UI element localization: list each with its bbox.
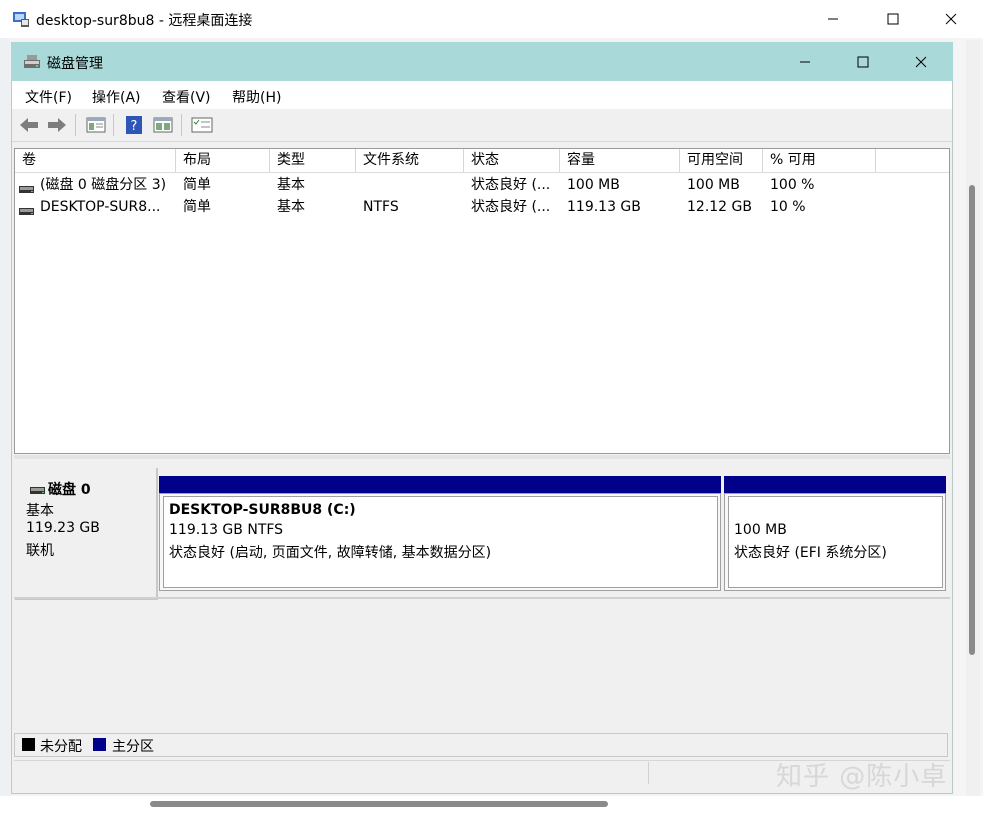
drive-icon <box>19 203 34 210</box>
disk-name: 磁盘 0 <box>48 479 91 499</box>
disk-management-icon <box>22 53 42 71</box>
legend-primary-label: 主分区 <box>112 736 154 756</box>
menu-action[interactable]: 操作(A) <box>92 87 141 107</box>
cell-layout: 简单 <box>176 196 270 218</box>
column-header-volume[interactable]: 卷 <box>15 149 176 172</box>
column-header-status[interactable]: 状态 <box>464 149 560 172</box>
cell-status: 状态良好 (... <box>464 174 560 196</box>
column-header-layout[interactable]: 布局 <box>176 149 270 172</box>
partition-header-bar <box>159 476 721 493</box>
remote-background-strip <box>0 38 10 798</box>
partition-header-bar <box>724 476 946 493</box>
horizontal-scrollbar-thumb[interactable] <box>150 801 608 807</box>
help-icon[interactable]: ? <box>122 114 146 136</box>
cell-free-space: 12.12 GB <box>680 196 763 218</box>
maximize-button[interactable] <box>870 0 916 38</box>
legend-primary-swatch <box>93 738 106 751</box>
cell-layout: 简单 <box>176 174 270 196</box>
partition-efi-size: 100 MB <box>734 522 787 538</box>
dm-title: 磁盘管理 <box>47 53 103 73</box>
window-title: desktop-sur8bu8 - 远程桌面连接 <box>36 10 252 30</box>
cell-percent-free: 100 % <box>763 174 876 196</box>
graphical-view-icon[interactable] <box>151 114 175 136</box>
column-header-percent-free[interactable]: % 可用 <box>763 149 876 172</box>
pane-splitter[interactable] <box>14 455 950 459</box>
status-bar-divider <box>648 762 649 784</box>
toolbar-separator <box>181 114 182 136</box>
column-header-type[interactable]: 类型 <box>270 149 356 172</box>
close-button[interactable] <box>928 0 974 38</box>
drive-icon <box>19 181 34 188</box>
cell-filesystem: NTFS <box>356 196 464 218</box>
cell-capacity: 119.13 GB <box>560 196 680 218</box>
cell-capacity: 100 MB <box>560 174 680 196</box>
watermark-text: 知乎 @陈小卓 <box>776 756 947 793</box>
column-header-capacity[interactable]: 容量 <box>560 149 680 172</box>
cell-percent-free: 10 % <box>763 196 876 218</box>
remote-desktop-icon <box>12 10 30 28</box>
table-row[interactable]: (磁盘 0 磁盘分区 3) 简单 基本 状态良好 (... 100 MB 100… <box>15 174 949 196</box>
cell-free-space: 100 MB <box>680 174 763 196</box>
dm-maximize-button[interactable] <box>840 42 886 81</box>
partition-c-status: 状态良好 (启动, 页面文件, 故障转储, 基本数据分区) <box>169 542 491 562</box>
disk-row-divider <box>14 597 950 599</box>
disk-status: 联机 <box>26 540 54 560</box>
cell-filesystem <box>356 174 464 196</box>
disk-size: 119.23 GB <box>26 520 100 536</box>
partition-c-size: 119.13 GB NTFS <box>169 522 283 538</box>
partition-c-name: DESKTOP-SUR8BU8 (C:) <box>169 502 356 518</box>
table-row[interactable]: DESKTOP-SUR8... 简单 基本 NTFS 状态良好 (... 119… <box>15 196 949 218</box>
menu-help[interactable]: 帮助(H) <box>232 87 281 107</box>
cell-volume: DESKTOP-SUR8... <box>33 196 191 218</box>
column-header-filesystem[interactable]: 文件系统 <box>356 149 464 172</box>
dm-close-button[interactable] <box>898 42 944 81</box>
cell-type: 基本 <box>270 196 356 218</box>
list-view-icon[interactable] <box>84 114 108 136</box>
properties-icon[interactable] <box>190 114 214 136</box>
menu-bar <box>12 81 952 109</box>
forward-icon[interactable] <box>45 114 69 136</box>
minimize-button[interactable] <box>810 0 856 38</box>
back-icon[interactable] <box>17 114 41 136</box>
column-header-free-space[interactable]: 可用空间 <box>680 149 763 172</box>
dm-minimize-button[interactable] <box>782 42 828 81</box>
disk-icon <box>30 482 45 489</box>
menu-file[interactable]: 文件(F) <box>25 87 72 107</box>
toolbar-separator <box>113 114 114 136</box>
vertical-scrollbar-thumb[interactable] <box>969 185 975 655</box>
partition-efi-status: 状态良好 (EFI 系统分区) <box>734 542 887 562</box>
cell-status: 状态良好 (... <box>464 196 560 218</box>
menu-view[interactable]: 查看(V) <box>162 87 211 107</box>
toolbar-separator <box>75 114 76 136</box>
cell-volume: (磁盘 0 磁盘分区 3) <box>33 174 191 196</box>
svg-text:?: ? <box>131 119 138 134</box>
legend-bar <box>14 733 948 757</box>
disk-type: 基本 <box>26 500 54 520</box>
legend-unallocated-swatch <box>22 738 35 751</box>
legend-unallocated-label: 未分配 <box>40 736 82 756</box>
cell-type: 基本 <box>270 174 356 196</box>
